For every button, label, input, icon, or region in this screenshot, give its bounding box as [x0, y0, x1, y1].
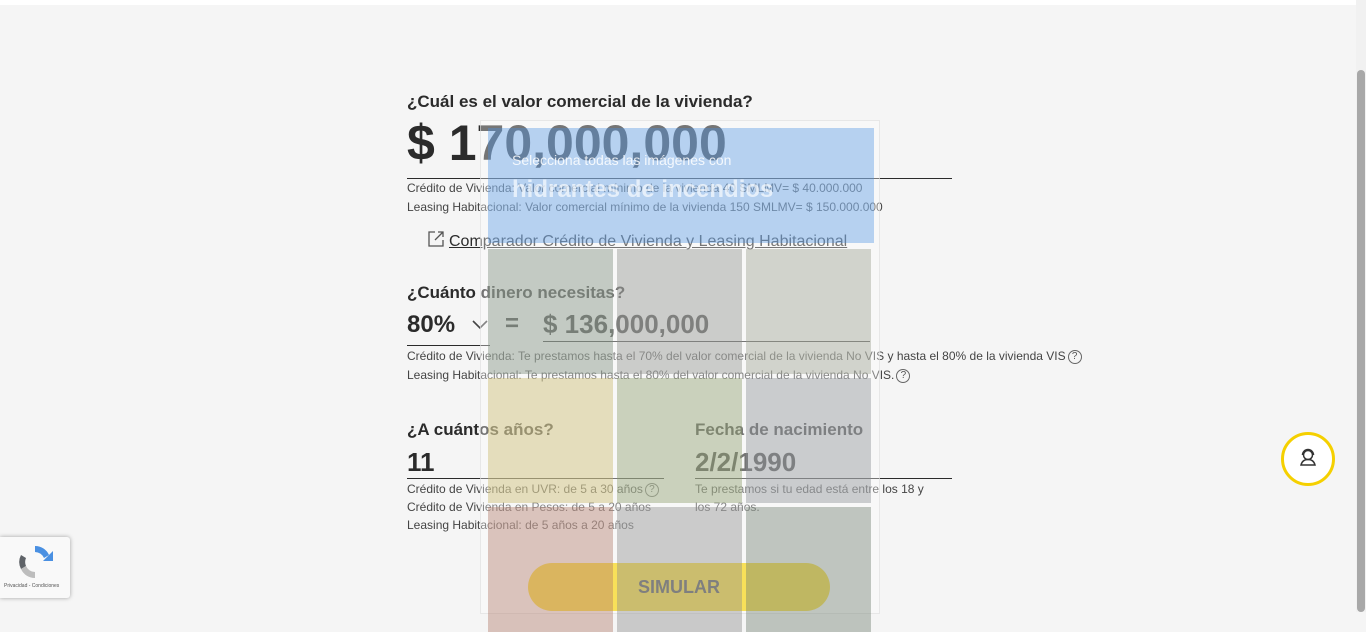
captcha-tile[interactable]: [488, 378, 613, 503]
support-chat-button[interactable]: [1281, 432, 1335, 486]
captcha-tile[interactable]: [746, 507, 871, 632]
recaptcha-badge[interactable]: Privacidad - Condiciones: [0, 537, 70, 598]
support-agent-icon: [1297, 446, 1319, 473]
help-circle-icon[interactable]: ?: [1067, 349, 1082, 364]
percent-underline: [407, 345, 490, 346]
anios-input[interactable]: 11: [407, 447, 435, 478]
top-bar: [0, 0, 1356, 5]
captcha-tile[interactable]: [617, 507, 742, 632]
captcha-target: hidrantes de incendios: [512, 176, 774, 203]
percent-select-value[interactable]: 80%: [407, 311, 455, 339]
recaptcha-logo-icon: [15, 543, 55, 586]
captcha-tile[interactable]: [488, 249, 613, 374]
captcha-tile[interactable]: [617, 249, 742, 374]
external-link-icon: [427, 230, 445, 253]
captcha-tile[interactable]: [746, 249, 871, 374]
help-circle-icon[interactable]: ?: [896, 368, 911, 383]
captcha-header: Selecciona todas las imágenes con hidran…: [488, 128, 874, 243]
valor-question: ¿Cuál es el valor comercial de la vivien…: [407, 92, 753, 111]
scrollbar-track[interactable]: [1356, 0, 1366, 612]
captcha-tile[interactable]: [617, 378, 742, 503]
recaptcha-terms-link[interactable]: Privacidad - Condiciones: [4, 583, 59, 589]
recaptcha-challenge[interactable]: Selecciona todas las imágenes con hidran…: [480, 120, 880, 632]
scrollbar-thumb[interactable]: [1357, 70, 1365, 612]
captcha-instruction: Selecciona todas las imágenes con: [512, 152, 732, 168]
captcha-tile[interactable]: [488, 507, 613, 632]
captcha-tile[interactable]: [746, 378, 871, 503]
